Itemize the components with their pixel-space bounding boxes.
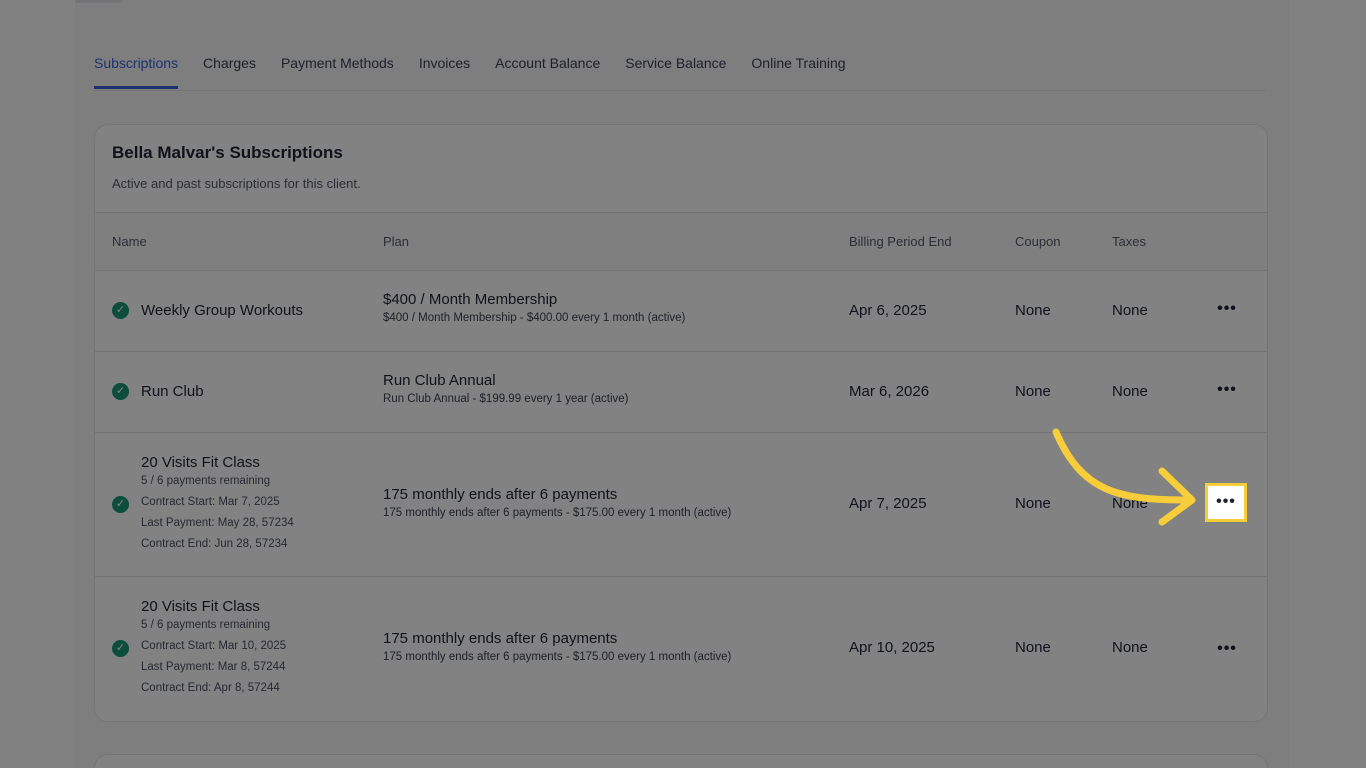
contract-end: Contract End: Apr 8, 57244 xyxy=(141,682,280,694)
highlighted-actions-button[interactable]: ••• xyxy=(1205,483,1247,522)
column-header-billing-period-end: Billing Period End xyxy=(849,234,952,249)
taxes-value: None xyxy=(1112,495,1148,512)
plan-description: $400 / Month Membership - $400.00 every … xyxy=(383,312,686,324)
billing-period-end: Apr 10, 2025 xyxy=(849,639,935,656)
plan-title: Run Club Annual xyxy=(383,372,496,389)
plan-title: 175 monthly ends after 6 payments xyxy=(383,630,618,647)
tab-account-balance[interactable]: Account Balance xyxy=(495,52,600,89)
plan-title: $400 / Month Membership xyxy=(383,291,558,308)
tab-service-balance[interactable]: Service Balance xyxy=(625,52,726,89)
plan-cell: 175 monthly ends after 6 payments 175 mo… xyxy=(383,486,731,519)
taxes-value: None xyxy=(1112,302,1148,319)
tab-payment-methods[interactable]: Payment Methods xyxy=(281,52,394,89)
billing-period-end: Apr 7, 2025 xyxy=(849,495,927,512)
plan-title: 175 monthly ends after 6 payments xyxy=(383,486,618,503)
top-stub xyxy=(75,0,123,3)
contract-start: Contract Start: Mar 7, 2025 xyxy=(141,496,280,508)
payments-remaining: 5 / 6 payments remaining xyxy=(141,619,271,631)
table-row: ✓ 20 Visits Fit Class 5 / 6 payments rem… xyxy=(95,433,1267,577)
plan-description: 175 monthly ends after 6 payments - $175… xyxy=(383,651,732,663)
check-circle-icon: ✓ xyxy=(112,302,129,319)
tab-invoices[interactable]: Invoices xyxy=(419,52,470,89)
payments-remaining: 5 / 6 payments remaining xyxy=(141,475,271,487)
plan-cell: $400 / Month Membership $400 / Month Mem… xyxy=(383,291,685,324)
more-horizontal-icon[interactable]: ••• xyxy=(1212,380,1242,400)
last-payment: Last Payment: Mar 8, 57244 xyxy=(141,661,286,673)
column-header-taxes: Taxes xyxy=(1112,234,1146,249)
check-circle-icon: ✓ xyxy=(112,496,129,513)
column-header-plan: Plan xyxy=(383,234,410,249)
tab-charges[interactable]: Charges xyxy=(203,52,256,89)
table-row: ✓ 20 Visits Fit Class 5 / 6 payments rem… xyxy=(95,577,1267,721)
more-horizontal-icon[interactable]: ••• xyxy=(1212,299,1242,319)
plan-description: Run Club Annual - $199.99 every 1 year (… xyxy=(383,393,629,405)
billing-period-end: Apr 6, 2025 xyxy=(849,302,927,319)
subscription-name: Run Club xyxy=(141,383,204,400)
subscription-name: Weekly Group Workouts xyxy=(141,302,304,319)
coupon-value: None xyxy=(1015,383,1051,400)
check-circle-icon: ✓ xyxy=(112,383,129,400)
card-header: Bella Malvar's Subscriptions Active and … xyxy=(95,125,1267,213)
table-row: ✓ Weekly Group Workouts $400 / Month Mem… xyxy=(95,271,1267,352)
coupon-value: None xyxy=(1015,639,1051,656)
subscriptions-card: Bella Malvar's Subscriptions Active and … xyxy=(94,124,1268,722)
taxes-value: None xyxy=(1112,639,1148,656)
tab-bar: Subscriptions Charges Payment Methods In… xyxy=(94,52,1266,91)
card-subtitle: Active and past subscriptions for this c… xyxy=(112,176,361,191)
subscription-name-cell: 20 Visits Fit Class 5 / 6 payments remai… xyxy=(141,454,294,555)
check-circle-icon: ✓ xyxy=(112,640,129,657)
coupon-value: None xyxy=(1015,495,1051,512)
column-header-coupon: Coupon xyxy=(1015,234,1061,249)
contract-start: Contract Start: Mar 10, 2025 xyxy=(141,640,287,652)
next-card xyxy=(94,754,1268,768)
plan-cell: Run Club Annual Run Club Annual - $199.9… xyxy=(383,372,628,405)
subscription-name: 20 Visits Fit Class xyxy=(141,454,260,471)
card-title: Bella Malvar's Subscriptions xyxy=(112,143,343,162)
billing-app: Subscriptions Charges Payment Methods In… xyxy=(75,0,1290,768)
subscription-name: 20 Visits Fit Class xyxy=(141,598,260,615)
coupon-value: None xyxy=(1015,302,1051,319)
table-header: Name Plan Billing Period End Coupon Taxe… xyxy=(95,213,1267,271)
contract-end: Contract End: Jun 28, 57234 xyxy=(141,538,288,550)
column-header-name: Name xyxy=(112,234,147,249)
tab-online-training[interactable]: Online Training xyxy=(751,52,845,89)
more-horizontal-icon[interactable]: ••• xyxy=(1212,639,1242,659)
last-payment: Last Payment: May 28, 57234 xyxy=(141,517,294,529)
plan-cell: 175 monthly ends after 6 payments 175 mo… xyxy=(383,630,731,663)
plan-description: 175 monthly ends after 6 payments - $175… xyxy=(383,507,732,519)
subscription-name-cell: 20 Visits Fit Class 5 / 6 payments remai… xyxy=(141,598,286,699)
taxes-value: None xyxy=(1112,383,1148,400)
table-row: ✓ Run Club Run Club Annual Run Club Annu… xyxy=(95,352,1267,433)
tab-subscriptions[interactable]: Subscriptions xyxy=(94,52,179,89)
billing-period-end: Mar 6, 2026 xyxy=(849,383,930,400)
